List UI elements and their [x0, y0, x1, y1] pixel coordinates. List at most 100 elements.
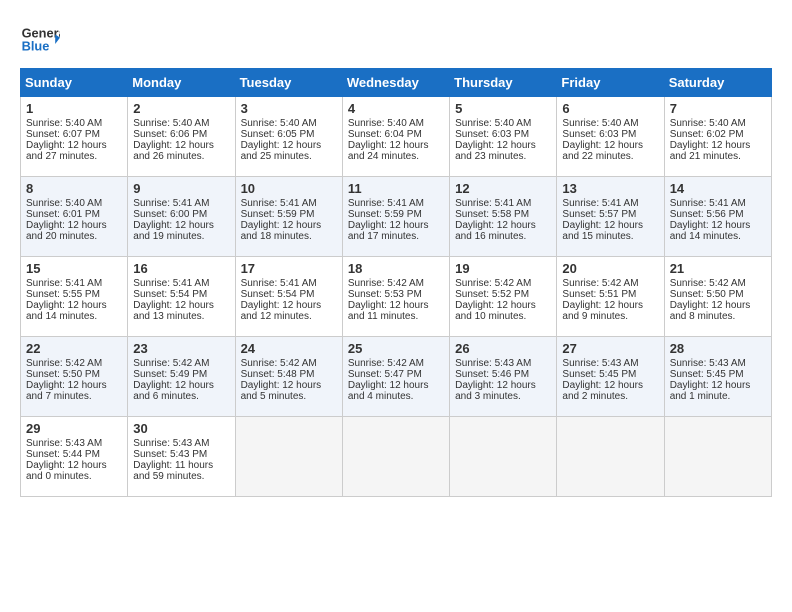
- calendar-day-cell: 28Sunrise: 5:43 AMSunset: 5:45 PMDayligh…: [664, 337, 771, 417]
- calendar-day-cell: [342, 417, 449, 497]
- calendar-day-cell: 14 Sunrise: 5:41 AMSunset: 5:56 PMDayligh…: [664, 177, 771, 257]
- calendar-day-cell: 6Sunrise: 5:40 AMSunset: 6:03 PMDaylight…: [557, 97, 664, 177]
- sunset-text: Sunset: 6:04 PM: [348, 129, 422, 140]
- daylight-text: Daylight: 12 hours and 25 minutes.: [241, 140, 322, 162]
- day-number: 15: [26, 261, 122, 276]
- sunset-text: Sunset: 5:52 PM: [455, 289, 529, 300]
- daylight-text: Daylight: 12 hours and 21 minutes.: [670, 140, 751, 162]
- calendar-day-cell: 10Sunrise: 5:41 AMSunset: 5:59 PMDayligh…: [235, 177, 342, 257]
- calendar-day-cell: 9Sunrise: 5:41 AMSunset: 6:00 PMDaylight…: [128, 177, 235, 257]
- daylight-text: Daylight: 12 hours and 18 minutes.: [241, 220, 322, 242]
- sunrise-text: Sunrise: 5:43 AM: [562, 358, 638, 369]
- calendar-day-cell: 15Sunrise: 5:41 AMSunset: 5:55 PMDayligh…: [21, 257, 128, 337]
- day-number: 3: [241, 101, 337, 116]
- day-number: 25: [348, 341, 444, 356]
- sunset-text: Sunset: 5:58 PM: [455, 209, 529, 220]
- sunset-text: Sunset: 6:02 PM: [670, 129, 744, 140]
- day-number: 9: [133, 181, 229, 196]
- sunset-text: Sunset: 5:57 PM: [562, 209, 636, 220]
- sunset-text: Sunset: 5:46 PM: [455, 369, 529, 380]
- sunset-text: Sunset: 5:45 PM: [562, 369, 636, 380]
- sunset-text: Sunset: 6:03 PM: [455, 129, 529, 140]
- sunrise-text: Sunrise: 5:41 AM: [670, 198, 746, 209]
- daylight-text: Daylight: 12 hours and 12 minutes.: [241, 300, 322, 322]
- daylight-text: Daylight: 12 hours and 16 minutes.: [455, 220, 536, 242]
- sunrise-text: Sunrise: 5:41 AM: [26, 278, 102, 289]
- sunrise-text: Sunrise: 5:43 AM: [26, 438, 102, 449]
- day-number: 20: [562, 261, 658, 276]
- daylight-text: Daylight: 11 hours and 59 minutes.: [133, 460, 213, 482]
- sunrise-text: Sunrise: 5:43 AM: [455, 358, 531, 369]
- sunset-text: Sunset: 5:50 PM: [670, 289, 744, 300]
- daylight-text: Daylight: 12 hours and 6 minutes.: [133, 380, 214, 402]
- sunset-text: Sunset: 6:05 PM: [241, 129, 315, 140]
- calendar-day-cell: [557, 417, 664, 497]
- day-number: 19: [455, 261, 551, 276]
- calendar-day-cell: 17Sunrise: 5:41 AMSunset: 5:54 PMDayligh…: [235, 257, 342, 337]
- sunrise-text: Sunrise: 5:41 AM: [133, 278, 209, 289]
- daylight-text: Daylight: 12 hours and 0 minutes.: [26, 460, 107, 482]
- sunset-text: Sunset: 5:50 PM: [26, 369, 100, 380]
- sunset-text: Sunset: 6:07 PM: [26, 129, 100, 140]
- day-number: 13: [562, 181, 658, 196]
- sunrise-text: Sunrise: 5:41 AM: [133, 198, 209, 209]
- calendar-week-row: 1Sunrise: 5:40 AMSunset: 6:07 PMDaylight…: [21, 97, 772, 177]
- logo-icon: General Blue: [20, 20, 60, 60]
- day-number: 29: [26, 421, 122, 436]
- day-number: 7: [670, 101, 766, 116]
- calendar-day-cell: 22Sunrise: 5:42 AMSunset: 5:50 PMDayligh…: [21, 337, 128, 417]
- daylight-text: Daylight: 12 hours and 7 minutes.: [26, 380, 107, 402]
- sunrise-text: Sunrise: 5:43 AM: [133, 438, 209, 449]
- daylight-text: Daylight: 12 hours and 5 minutes.: [241, 380, 322, 402]
- day-header-monday: Monday: [128, 69, 235, 97]
- sunrise-text: Sunrise: 5:41 AM: [348, 198, 424, 209]
- day-header-saturday: Saturday: [664, 69, 771, 97]
- sunset-text: Sunset: 5:55 PM: [26, 289, 100, 300]
- daylight-text: Daylight: 12 hours and 22 minutes.: [562, 140, 643, 162]
- sunset-text: Sunset: 5:54 PM: [133, 289, 207, 300]
- calendar-day-cell: 23Sunrise: 5:42 AMSunset: 5:49 PMDayligh…: [128, 337, 235, 417]
- daylight-text: Daylight: 12 hours and 15 minutes.: [562, 220, 643, 242]
- day-header-wednesday: Wednesday: [342, 69, 449, 97]
- daylight-text: Daylight: 12 hours and 10 minutes.: [455, 300, 536, 322]
- sunset-text: Sunset: 5:47 PM: [348, 369, 422, 380]
- calendar-day-cell: 2Sunrise: 5:40 AMSunset: 6:06 PMDaylight…: [128, 97, 235, 177]
- sunset-text: Sunset: 5:48 PM: [241, 369, 315, 380]
- calendar-day-cell: 30Sunrise: 5:43 AMSunset: 5:43 PMDayligh…: [128, 417, 235, 497]
- day-number: 1: [26, 101, 122, 116]
- sunrise-text: Sunrise: 5:40 AM: [348, 118, 424, 129]
- calendar-body: 1Sunrise: 5:40 AMSunset: 6:07 PMDaylight…: [21, 97, 772, 497]
- sunrise-text: Sunrise: 5:42 AM: [348, 278, 424, 289]
- calendar-week-row: 8Sunrise: 5:40 AMSunset: 6:01 PMDaylight…: [21, 177, 772, 257]
- daylight-text: Daylight: 12 hours and 19 minutes.: [133, 220, 214, 242]
- day-number: 6: [562, 101, 658, 116]
- calendar-day-cell: 29 Sunrise: 5:43 AMSunset: 5:44 PMDayligh…: [21, 417, 128, 497]
- calendar-week-row: 29Sunrise: 5:43 AMSunset: 5:44 PMDayligh…: [21, 417, 772, 497]
- day-number: 4: [348, 101, 444, 116]
- daylight-text: Daylight: 12 hours and 14 minutes.: [670, 220, 751, 242]
- day-number: 5: [455, 101, 551, 116]
- sunset-text: Sunset: 5:54 PM: [241, 289, 315, 300]
- calendar-day-cell: 20Sunrise: 5:42 AMSunset: 5:51 PMDayligh…: [557, 257, 664, 337]
- sunset-text: Sunset: 6:01 PM: [26, 209, 100, 220]
- calendar-day-cell: 27Sunrise: 5:43 AMSunset: 5:45 PMDayligh…: [557, 337, 664, 417]
- calendar-day-cell: 19Sunrise: 5:42 AMSunset: 5:52 PMDayligh…: [450, 257, 557, 337]
- day-number: 23: [133, 341, 229, 356]
- day-number: 28: [670, 341, 766, 356]
- day-number: 26: [455, 341, 551, 356]
- calendar-day-cell: 18Sunrise: 5:42 AMSunset: 5:53 PMDayligh…: [342, 257, 449, 337]
- daylight-text: Daylight: 12 hours and 13 minutes.: [133, 300, 214, 322]
- daylight-text: Daylight: 12 hours and 20 minutes.: [26, 220, 107, 242]
- sunset-text: Sunset: 5:44 PM: [26, 449, 100, 460]
- daylight-text: Daylight: 12 hours and 26 minutes.: [133, 140, 214, 162]
- calendar-day-cell: 3Sunrise: 5:40 AMSunset: 6:05 PMDaylight…: [235, 97, 342, 177]
- day-number: 14: [670, 181, 766, 196]
- calendar-header-row: SundayMondayTuesdayWednesdayThursdayFrid…: [21, 69, 772, 97]
- day-number: 17: [241, 261, 337, 276]
- sunrise-text: Sunrise: 5:40 AM: [26, 118, 102, 129]
- sunrise-text: Sunrise: 5:42 AM: [562, 278, 638, 289]
- sunset-text: Sunset: 5:56 PM: [670, 209, 744, 220]
- calendar-table: SundayMondayTuesdayWednesdayThursdayFrid…: [20, 68, 772, 497]
- day-number: 21: [670, 261, 766, 276]
- sunrise-text: Sunrise: 5:41 AM: [241, 198, 317, 209]
